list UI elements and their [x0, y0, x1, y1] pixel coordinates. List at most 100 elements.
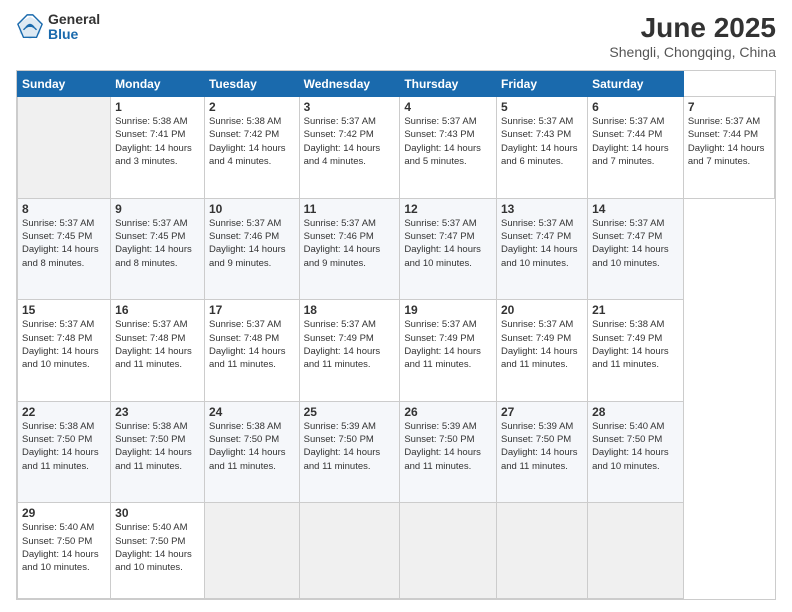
logo: General Blue — [16, 12, 100, 43]
logo-general-text: General — [48, 12, 100, 27]
table-row: 21Sunrise: 5:38 AM Sunset: 7:49 PM Dayli… — [588, 300, 684, 402]
day-info: Sunrise: 5:38 AM Sunset: 7:50 PM Dayligh… — [209, 420, 295, 473]
table-row: 12Sunrise: 5:37 AM Sunset: 7:47 PM Dayli… — [400, 198, 497, 300]
day-number: 8 — [22, 202, 106, 216]
table-row: 1Sunrise: 5:38 AM Sunset: 7:41 PM Daylig… — [111, 97, 205, 199]
day-info: Sunrise: 5:37 AM Sunset: 7:45 PM Dayligh… — [22, 217, 106, 270]
calendar-header-row: Sunday Monday Tuesday Wednesday Thursday… — [18, 72, 775, 97]
day-number: 14 — [592, 202, 679, 216]
day-number: 20 — [501, 303, 583, 317]
day-info: Sunrise: 5:39 AM Sunset: 7:50 PM Dayligh… — [404, 420, 492, 473]
day-number: 22 — [22, 405, 106, 419]
page: General Blue June 2025 Shengli, Chongqin… — [0, 0, 792, 612]
main-title: June 2025 — [609, 12, 776, 44]
logo-text: General Blue — [48, 12, 100, 43]
table-row: 8Sunrise: 5:37 AM Sunset: 7:45 PM Daylig… — [18, 198, 111, 300]
table-row — [496, 503, 587, 599]
header: General Blue June 2025 Shengli, Chongqin… — [16, 12, 776, 60]
table-row: 20Sunrise: 5:37 AM Sunset: 7:49 PM Dayli… — [496, 300, 587, 402]
day-number: 23 — [115, 405, 200, 419]
day-number: 30 — [115, 506, 200, 520]
day-number: 5 — [501, 100, 583, 114]
day-info: Sunrise: 5:38 AM Sunset: 7:50 PM Dayligh… — [115, 420, 200, 473]
day-info: Sunrise: 5:37 AM Sunset: 7:43 PM Dayligh… — [501, 115, 583, 168]
header-thursday: Thursday — [400, 72, 497, 97]
day-number: 13 — [501, 202, 583, 216]
day-info: Sunrise: 5:37 AM Sunset: 7:49 PM Dayligh… — [501, 318, 583, 371]
header-friday: Friday — [496, 72, 587, 97]
day-number: 26 — [404, 405, 492, 419]
table-row: 3Sunrise: 5:37 AM Sunset: 7:42 PM Daylig… — [299, 97, 400, 199]
header-saturday: Saturday — [588, 72, 684, 97]
day-number: 12 — [404, 202, 492, 216]
day-info: Sunrise: 5:37 AM Sunset: 7:49 PM Dayligh… — [404, 318, 492, 371]
calendar-week-row: 22Sunrise: 5:38 AM Sunset: 7:50 PM Dayli… — [18, 401, 775, 503]
table-row: 22Sunrise: 5:38 AM Sunset: 7:50 PM Dayli… — [18, 401, 111, 503]
day-info: Sunrise: 5:37 AM Sunset: 7:47 PM Dayligh… — [592, 217, 679, 270]
header-wednesday: Wednesday — [299, 72, 400, 97]
table-row: 29Sunrise: 5:40 AM Sunset: 7:50 PM Dayli… — [18, 503, 111, 599]
day-number: 17 — [209, 303, 295, 317]
table-row — [400, 503, 497, 599]
day-number: 1 — [115, 100, 200, 114]
calendar-week-row: 8Sunrise: 5:37 AM Sunset: 7:45 PM Daylig… — [18, 198, 775, 300]
day-info: Sunrise: 5:37 AM Sunset: 7:44 PM Dayligh… — [688, 115, 770, 168]
day-number: 7 — [688, 100, 770, 114]
day-number: 25 — [304, 405, 396, 419]
day-info: Sunrise: 5:37 AM Sunset: 7:45 PM Dayligh… — [115, 217, 200, 270]
calendar-week-row: 29Sunrise: 5:40 AM Sunset: 7:50 PM Dayli… — [18, 503, 775, 599]
logo-icon — [16, 13, 44, 41]
day-info: Sunrise: 5:38 AM Sunset: 7:42 PM Dayligh… — [209, 115, 295, 168]
calendar-week-row: 1Sunrise: 5:38 AM Sunset: 7:41 PM Daylig… — [18, 97, 775, 199]
day-number: 19 — [404, 303, 492, 317]
table-row — [299, 503, 400, 599]
table-row — [204, 503, 299, 599]
table-row: 2Sunrise: 5:38 AM Sunset: 7:42 PM Daylig… — [204, 97, 299, 199]
table-row: 9Sunrise: 5:37 AM Sunset: 7:45 PM Daylig… — [111, 198, 205, 300]
day-info: Sunrise: 5:37 AM Sunset: 7:46 PM Dayligh… — [304, 217, 396, 270]
day-number: 6 — [592, 100, 679, 114]
day-info: Sunrise: 5:37 AM Sunset: 7:47 PM Dayligh… — [404, 217, 492, 270]
day-info: Sunrise: 5:37 AM Sunset: 7:49 PM Dayligh… — [304, 318, 396, 371]
table-row: 15Sunrise: 5:37 AM Sunset: 7:48 PM Dayli… — [18, 300, 111, 402]
day-number: 9 — [115, 202, 200, 216]
table-row: 25Sunrise: 5:39 AM Sunset: 7:50 PM Dayli… — [299, 401, 400, 503]
day-number: 21 — [592, 303, 679, 317]
day-number: 27 — [501, 405, 583, 419]
day-info: Sunrise: 5:37 AM Sunset: 7:47 PM Dayligh… — [501, 217, 583, 270]
day-number: 24 — [209, 405, 295, 419]
calendar: Sunday Monday Tuesday Wednesday Thursday… — [16, 70, 776, 600]
logo-blue-text: Blue — [48, 27, 100, 42]
table-row: 28Sunrise: 5:40 AM Sunset: 7:50 PM Dayli… — [588, 401, 684, 503]
table-row: 6Sunrise: 5:37 AM Sunset: 7:44 PM Daylig… — [588, 97, 684, 199]
day-info: Sunrise: 5:40 AM Sunset: 7:50 PM Dayligh… — [22, 521, 106, 574]
table-row — [588, 503, 684, 599]
title-block: June 2025 Shengli, Chongqing, China — [609, 12, 776, 60]
day-number: 29 — [22, 506, 106, 520]
day-number: 15 — [22, 303, 106, 317]
table-row: 24Sunrise: 5:38 AM Sunset: 7:50 PM Dayli… — [204, 401, 299, 503]
day-info: Sunrise: 5:37 AM Sunset: 7:42 PM Dayligh… — [304, 115, 396, 168]
day-info: Sunrise: 5:38 AM Sunset: 7:41 PM Dayligh… — [115, 115, 200, 168]
day-info: Sunrise: 5:37 AM Sunset: 7:46 PM Dayligh… — [209, 217, 295, 270]
table-row: 13Sunrise: 5:37 AM Sunset: 7:47 PM Dayli… — [496, 198, 587, 300]
day-info: Sunrise: 5:37 AM Sunset: 7:48 PM Dayligh… — [115, 318, 200, 371]
day-number: 28 — [592, 405, 679, 419]
day-info: Sunrise: 5:39 AM Sunset: 7:50 PM Dayligh… — [304, 420, 396, 473]
day-info: Sunrise: 5:40 AM Sunset: 7:50 PM Dayligh… — [115, 521, 200, 574]
table-row: 18Sunrise: 5:37 AM Sunset: 7:49 PM Dayli… — [299, 300, 400, 402]
table-row: 7Sunrise: 5:37 AM Sunset: 7:44 PM Daylig… — [683, 97, 774, 199]
day-number: 11 — [304, 202, 396, 216]
day-info: Sunrise: 5:37 AM Sunset: 7:44 PM Dayligh… — [592, 115, 679, 168]
table-row: 23Sunrise: 5:38 AM Sunset: 7:50 PM Dayli… — [111, 401, 205, 503]
day-number: 10 — [209, 202, 295, 216]
table-row: 19Sunrise: 5:37 AM Sunset: 7:49 PM Dayli… — [400, 300, 497, 402]
day-info: Sunrise: 5:37 AM Sunset: 7:48 PM Dayligh… — [209, 318, 295, 371]
header-monday: Monday — [111, 72, 205, 97]
table-row — [18, 97, 111, 199]
header-sunday: Sunday — [18, 72, 111, 97]
day-info: Sunrise: 5:38 AM Sunset: 7:50 PM Dayligh… — [22, 420, 106, 473]
calendar-week-row: 15 Sunrise: 5:37 AM Sunset: 7:48 PM Dayli… — [18, 300, 775, 402]
day-number: 4 — [404, 100, 492, 114]
day-info: Sunrise: 5:38 AM Sunset: 7:49 PM Dayligh… — [592, 318, 679, 371]
